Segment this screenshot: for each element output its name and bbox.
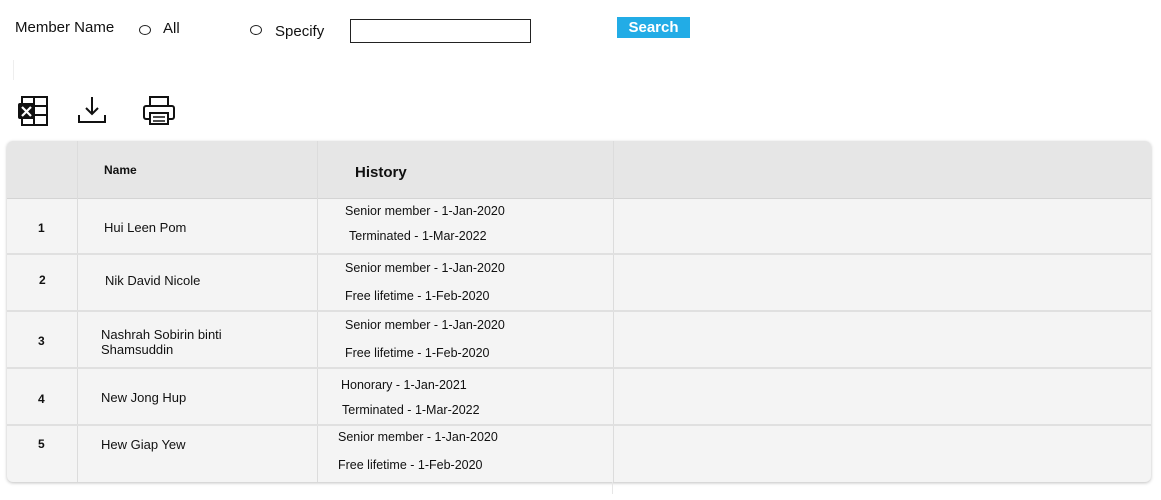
member-name: New Jong Hup <box>101 390 187 405</box>
search-button[interactable]: Search <box>617 17 690 38</box>
print-icon[interactable] <box>142 95 175 127</box>
row-number: 3 <box>38 334 45 348</box>
download-icon[interactable] <box>76 95 108 127</box>
header-history: History <box>355 164 407 181</box>
row-number: 5 <box>38 437 45 451</box>
history-entry: Senior member - 1-Jan-2020 <box>345 318 505 332</box>
member-history-table: Name History 1 Hui Leen Pom Senior membe… <box>7 141 1151 482</box>
member-name: Hew Giap Yew <box>101 437 186 452</box>
radio-all[interactable] <box>139 25 151 35</box>
history-entry: Terminated - 1-Mar-2022 <box>349 229 487 243</box>
radio-specify-label: Specify <box>275 23 325 40</box>
history-entry: Free lifetime - 1-Feb-2020 <box>345 289 490 303</box>
excel-export-icon[interactable] <box>17 95 49 127</box>
specify-name-input[interactable] <box>350 19 531 43</box>
row-divider <box>7 367 1151 369</box>
history-entry: Honorary - 1-Jan-2021 <box>341 378 467 392</box>
history-entry: Senior member - 1-Jan-2020 <box>345 261 505 275</box>
history-entry: Senior member - 1-Jan-2020 <box>345 204 505 218</box>
row-number: 4 <box>38 392 45 406</box>
row-number: 2 <box>39 273 46 287</box>
row-number: 1 <box>38 221 45 235</box>
row-divider <box>7 310 1151 312</box>
row-divider <box>7 253 1151 255</box>
member-name: Nashrah Sobirin binti Shamsuddin <box>101 327 222 357</box>
history-entry: Free lifetime - 1-Feb-2020 <box>345 346 490 360</box>
member-name-label: Member Name <box>15 19 115 36</box>
history-entry: Free lifetime - 1-Feb-2020 <box>338 458 483 472</box>
radio-specify[interactable] <box>250 25 262 35</box>
row-divider <box>7 424 1151 426</box>
history-entry: Senior member - 1-Jan-2020 <box>338 430 498 444</box>
member-name: Nik David Nicole <box>105 273 201 288</box>
divider <box>612 482 613 494</box>
history-entry: Terminated - 1-Mar-2022 <box>342 403 480 417</box>
header-name: Name <box>104 163 137 177</box>
divider <box>13 60 14 80</box>
table-header <box>7 141 1151 199</box>
radio-all-label: All <box>163 20 180 37</box>
member-name: Hui Leen Pom <box>104 220 187 235</box>
